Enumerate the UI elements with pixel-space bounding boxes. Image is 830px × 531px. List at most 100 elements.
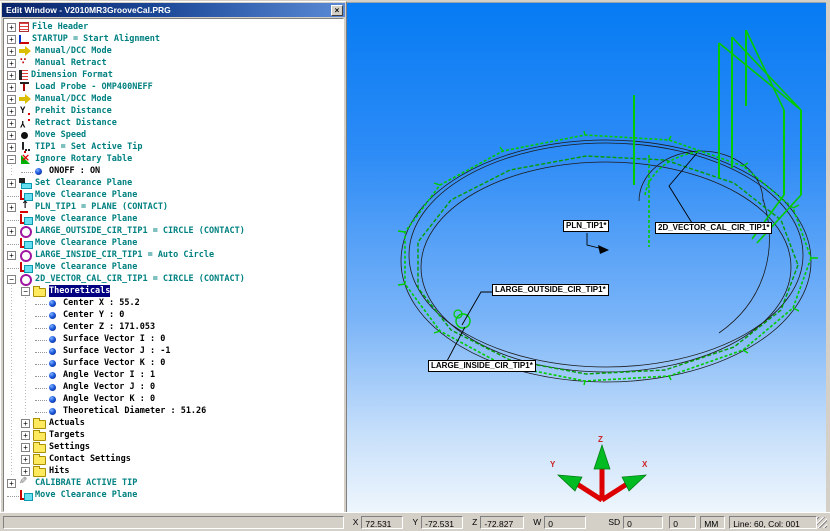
expand-toggle[interactable]: +: [7, 251, 16, 260]
expand-toggle[interactable]: +: [21, 431, 30, 440]
collapse-toggle[interactable]: −: [7, 155, 16, 164]
tree-item-label[interactable]: Surface Vector I : 0: [63, 333, 165, 345]
tree-item-label[interactable]: STARTUP = Start Alignment: [32, 33, 160, 45]
tree-item[interactable]: + Manual/DCC Mode: [4, 93, 343, 105]
tree-item[interactable]: + LARGE_OUTSIDE_CIR_TIP1 = CIRCLE (CONTAC…: [4, 225, 343, 237]
tree-item-label[interactable]: Manual/DCC Mode: [35, 45, 112, 57]
tree-item[interactable]: Move Clearance Plane: [4, 189, 343, 201]
expand-toggle[interactable]: +: [7, 95, 16, 104]
tree-item[interactable]: Move Clearance Plane: [4, 213, 343, 225]
tree-item-label[interactable]: Move Clearance Plane: [35, 189, 137, 201]
resize-grip[interactable]: [817, 517, 827, 528]
expand-toggle[interactable]: +: [7, 227, 16, 236]
tree-item-label[interactable]: Center Z : 171.053: [63, 321, 155, 333]
tree-item-label[interactable]: Prehit Distance: [35, 105, 112, 117]
tree-item[interactable]: Move Clearance Plane: [4, 489, 343, 501]
tree-item-label[interactable]: Hits: [49, 465, 69, 477]
tree-item-label[interactable]: Contact Settings: [49, 453, 131, 465]
tree-item[interactable]: Angle Vector J : 0: [4, 381, 343, 393]
expand-toggle[interactable]: +: [21, 455, 30, 464]
tree-item-label[interactable]: Move Clearance Plane: [35, 261, 137, 273]
program-tree[interactable]: + File Header + STARTUP = Start Alignment + M…: [3, 18, 344, 512]
tree-item[interactable]: Surface Vector I : 0: [4, 333, 343, 345]
expand-toggle[interactable]: +: [7, 71, 16, 80]
tree-item[interactable]: Center Y : 0: [4, 309, 343, 321]
tree-item[interactable]: + Prehit Distance: [4, 105, 343, 117]
tree-item-label[interactable]: File Header: [32, 21, 88, 33]
tree-item-label[interactable]: Angle Vector J : 0: [63, 381, 155, 393]
tree-item[interactable]: + Targets: [4, 429, 343, 441]
tree-item-label[interactable]: PLN_TIP1 = PLANE (CONTACT): [35, 201, 168, 213]
feature-label-large-outside-cir[interactable]: LARGE_OUTSIDE_CIR_TIP1*: [492, 284, 609, 296]
tree-item[interactable]: − Ignore Rotary Table: [4, 153, 343, 165]
expand-toggle[interactable]: +: [7, 23, 16, 32]
tree-item-label[interactable]: CALIBRATE ACTIVE TIP: [35, 477, 137, 489]
tree-item-label[interactable]: LARGE_INSIDE_CIR_TIP1 = Auto Circle: [35, 249, 214, 261]
tree-item[interactable]: Center X : 55.2: [4, 297, 343, 309]
tree-item[interactable]: + Set Clearance Plane: [4, 177, 343, 189]
tree-item[interactable]: Center Z : 171.053: [4, 321, 343, 333]
expand-toggle[interactable]: +: [7, 143, 16, 152]
tree-item-label[interactable]: Set Clearance Plane: [35, 177, 132, 189]
tree-item-label[interactable]: Move Clearance Plane: [35, 489, 137, 501]
expand-toggle[interactable]: +: [7, 131, 16, 140]
tree-item[interactable]: Move Clearance Plane: [4, 237, 343, 249]
expand-toggle[interactable]: +: [7, 179, 16, 188]
tree-item[interactable]: + Manual Retract: [4, 57, 343, 69]
tree-item-label[interactable]: Ignore Rotary Table: [35, 153, 132, 165]
tree-item[interactable]: + File Header: [4, 21, 343, 33]
tree-item-label[interactable]: Theoretical Diameter : 51.26: [63, 405, 206, 417]
close-button[interactable]: ×: [331, 5, 343, 16]
tree-item-label[interactable]: Load Probe - OMP400NEFF: [35, 81, 153, 93]
expand-toggle[interactable]: +: [7, 47, 16, 56]
tree-item[interactable]: + PLN_TIP1 = PLANE (CONTACT): [4, 201, 343, 213]
tree-item-label[interactable]: Move Clearance Plane: [35, 237, 137, 249]
tree-item[interactable]: + CALIBRATE ACTIVE TIP: [4, 477, 343, 489]
tree-item-label[interactable]: Center Y : 0: [63, 309, 124, 321]
tree-item-label[interactable]: Dimension Format: [31, 69, 113, 81]
tree-item[interactable]: + Contact Settings: [4, 453, 343, 465]
tree-item-label[interactable]: Angle Vector K : 0: [63, 393, 155, 405]
edit-window-titlebar[interactable]: Edit Window - V2010MR3GrooveCal.PRG ×: [2, 3, 345, 17]
tree-item-label[interactable]: Move Clearance Plane: [35, 213, 137, 225]
tree-item[interactable]: + LARGE_INSIDE_CIR_TIP1 = Auto Circle: [4, 249, 343, 261]
expand-toggle[interactable]: +: [21, 443, 30, 452]
tree-item[interactable]: Angle Vector K : 0: [4, 393, 343, 405]
tree-item-label[interactable]: Manual/DCC Mode: [35, 93, 112, 105]
tree-item-label[interactable]: ONOFF : ON: [49, 165, 100, 177]
tree-item[interactable]: Surface Vector J : -1: [4, 345, 343, 357]
tree-item[interactable]: + Manual/DCC Mode: [4, 45, 343, 57]
tree-item-label[interactable]: LARGE_OUTSIDE_CIR_TIP1 = CIRCLE (CONTACT…: [35, 225, 245, 237]
expand-toggle[interactable]: +: [7, 203, 16, 212]
tree-item[interactable]: + TIP1 = Set Active Tip: [4, 141, 343, 153]
expand-toggle[interactable]: +: [7, 83, 16, 92]
tree-item[interactable]: +Retract Distance: [4, 117, 343, 129]
tree-item-label[interactable]: Move Speed: [35, 129, 86, 141]
feature-label-2d-vector-cal-cir[interactable]: 2D_VECTOR_CAL_CIR_TIP1*: [655, 222, 772, 234]
tree-item-label[interactable]: Surface Vector K : 0: [63, 357, 165, 369]
expand-toggle[interactable]: +: [7, 59, 16, 68]
tree-item-label[interactable]: Targets: [49, 429, 85, 441]
expand-toggle[interactable]: +: [7, 35, 16, 44]
tree-item-label[interactable]: Center X : 55.2: [63, 297, 140, 309]
tree-item-label[interactable]: TIP1 = Set Active Tip: [35, 141, 142, 153]
tree-item[interactable]: + Load Probe - OMP400NEFF: [4, 81, 343, 93]
tree-item-label[interactable]: Actuals: [49, 417, 85, 429]
tree-item[interactable]: + Settings: [4, 441, 343, 453]
collapse-toggle[interactable]: −: [21, 287, 30, 296]
graphics-viewport[interactable]: Z Y X PLN_TIP1* 2D_VECTOR_CAL_CIR_TIP1* …: [347, 2, 826, 512]
tree-item-label[interactable]: Surface Vector J : -1: [63, 345, 170, 357]
expand-toggle[interactable]: +: [7, 119, 16, 128]
expand-toggle[interactable]: +: [7, 479, 16, 488]
tree-item[interactable]: −2D_VECTOR_CAL_CIR_TIP1 = CIRCLE (CONTAC…: [4, 273, 343, 285]
collapse-toggle[interactable]: −: [7, 275, 16, 284]
tree-item[interactable]: +Hits: [4, 465, 343, 477]
tree-item[interactable]: Angle Vector I : 1: [4, 369, 343, 381]
expand-toggle[interactable]: +: [7, 107, 16, 116]
feature-label-large-inside-cir[interactable]: LARGE_INSIDE_CIR_TIP1*: [428, 360, 536, 372]
expand-toggle[interactable]: +: [21, 419, 30, 428]
tree-item[interactable]: + Actuals: [4, 417, 343, 429]
tree-item-label[interactable]: Settings: [49, 441, 90, 453]
tree-item-label[interactable]: Theoreticals: [49, 285, 110, 297]
tree-item-label[interactable]: Manual Retract: [35, 57, 107, 69]
